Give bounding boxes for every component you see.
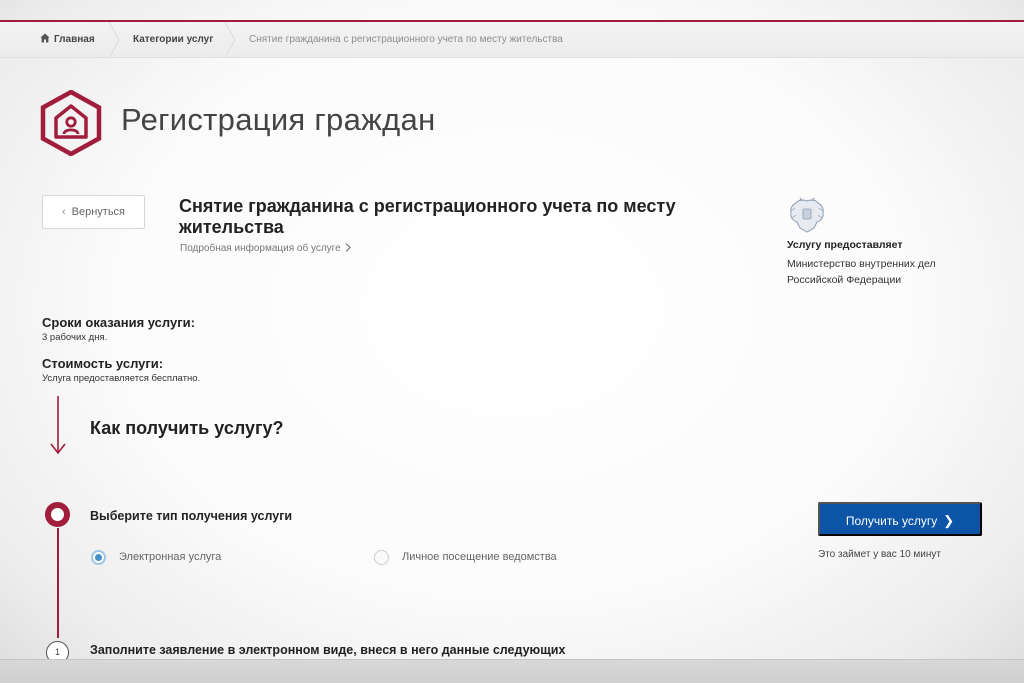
chevron-right-icon bbox=[346, 243, 352, 252]
provider-name: Министерство внутренних дел Российской Ф… bbox=[787, 258, 936, 286]
radio-personal-visit[interactable] bbox=[374, 550, 389, 565]
chevron-right-icon: ❯ bbox=[943, 513, 955, 528]
back-button-label: Вернуться bbox=[71, 206, 126, 218]
service-details-label: Подробная информация об услуге bbox=[180, 243, 341, 254]
chevron-left-icon: ‹ bbox=[61, 206, 66, 218]
service-title: Снятие гражданина с регистрационного уче… bbox=[179, 196, 676, 237]
time-estimate-note: Это займет у вас 10 минут bbox=[818, 549, 941, 560]
breadcrumb-separator-icon bbox=[108, 22, 120, 58]
bottom-bar bbox=[0, 659, 1024, 683]
get-service-label: Получить услугу bbox=[845, 514, 938, 528]
home-icon bbox=[40, 33, 50, 43]
radio-electronic-label[interactable]: Электронная услуга bbox=[119, 551, 221, 563]
step-1-label: Заполните заявление в электронном виде, … bbox=[90, 643, 566, 657]
arrow-down-icon bbox=[49, 396, 67, 461]
radio-electronic[interactable] bbox=[91, 550, 106, 565]
registration-house-icon bbox=[40, 89, 102, 161]
cost-label: Стоимость услуги: bbox=[42, 356, 164, 371]
step-choose-label: Выберите тип получения услуги bbox=[90, 509, 293, 523]
step-connector-line bbox=[57, 528, 59, 638]
cost-value: Услуга предоставляется бесплатно. bbox=[42, 373, 201, 384]
breadcrumb-categories[interactable]: Категории услуг bbox=[133, 22, 213, 58]
term-value: 3 рабочих дня. bbox=[42, 332, 108, 343]
breadcrumb: Главная Категории услуг Снятие гражданин… bbox=[0, 22, 1024, 58]
page: Главная Категории услуг Снятие гражданин… bbox=[0, 0, 1024, 683]
breadcrumb-separator-icon bbox=[224, 22, 236, 58]
step-active-marker bbox=[45, 502, 70, 527]
back-button[interactable]: ‹ Вернуться bbox=[42, 195, 145, 229]
get-service-button[interactable]: Получить услугу ❯ bbox=[818, 502, 982, 536]
breadcrumb-home-label: Главная bbox=[54, 34, 95, 45]
term-label: Сроки оказания услуги: bbox=[42, 315, 195, 330]
page-title: Регистрация граждан bbox=[121, 102, 436, 137]
breadcrumb-home[interactable]: Главная bbox=[40, 22, 95, 58]
russian-coat-of-arms-icon bbox=[788, 195, 826, 240]
radio-personal-visit-label[interactable]: Личное посещение ведомства bbox=[402, 551, 557, 563]
breadcrumb-current: Снятие гражданина с регистрационного уче… bbox=[249, 34, 563, 45]
service-details-link[interactable]: Подробная информация об услуге bbox=[180, 243, 352, 254]
how-to-get-heading: Как получить услугу? bbox=[90, 418, 284, 438]
provider-label: Услугу предоставляет bbox=[787, 239, 903, 251]
